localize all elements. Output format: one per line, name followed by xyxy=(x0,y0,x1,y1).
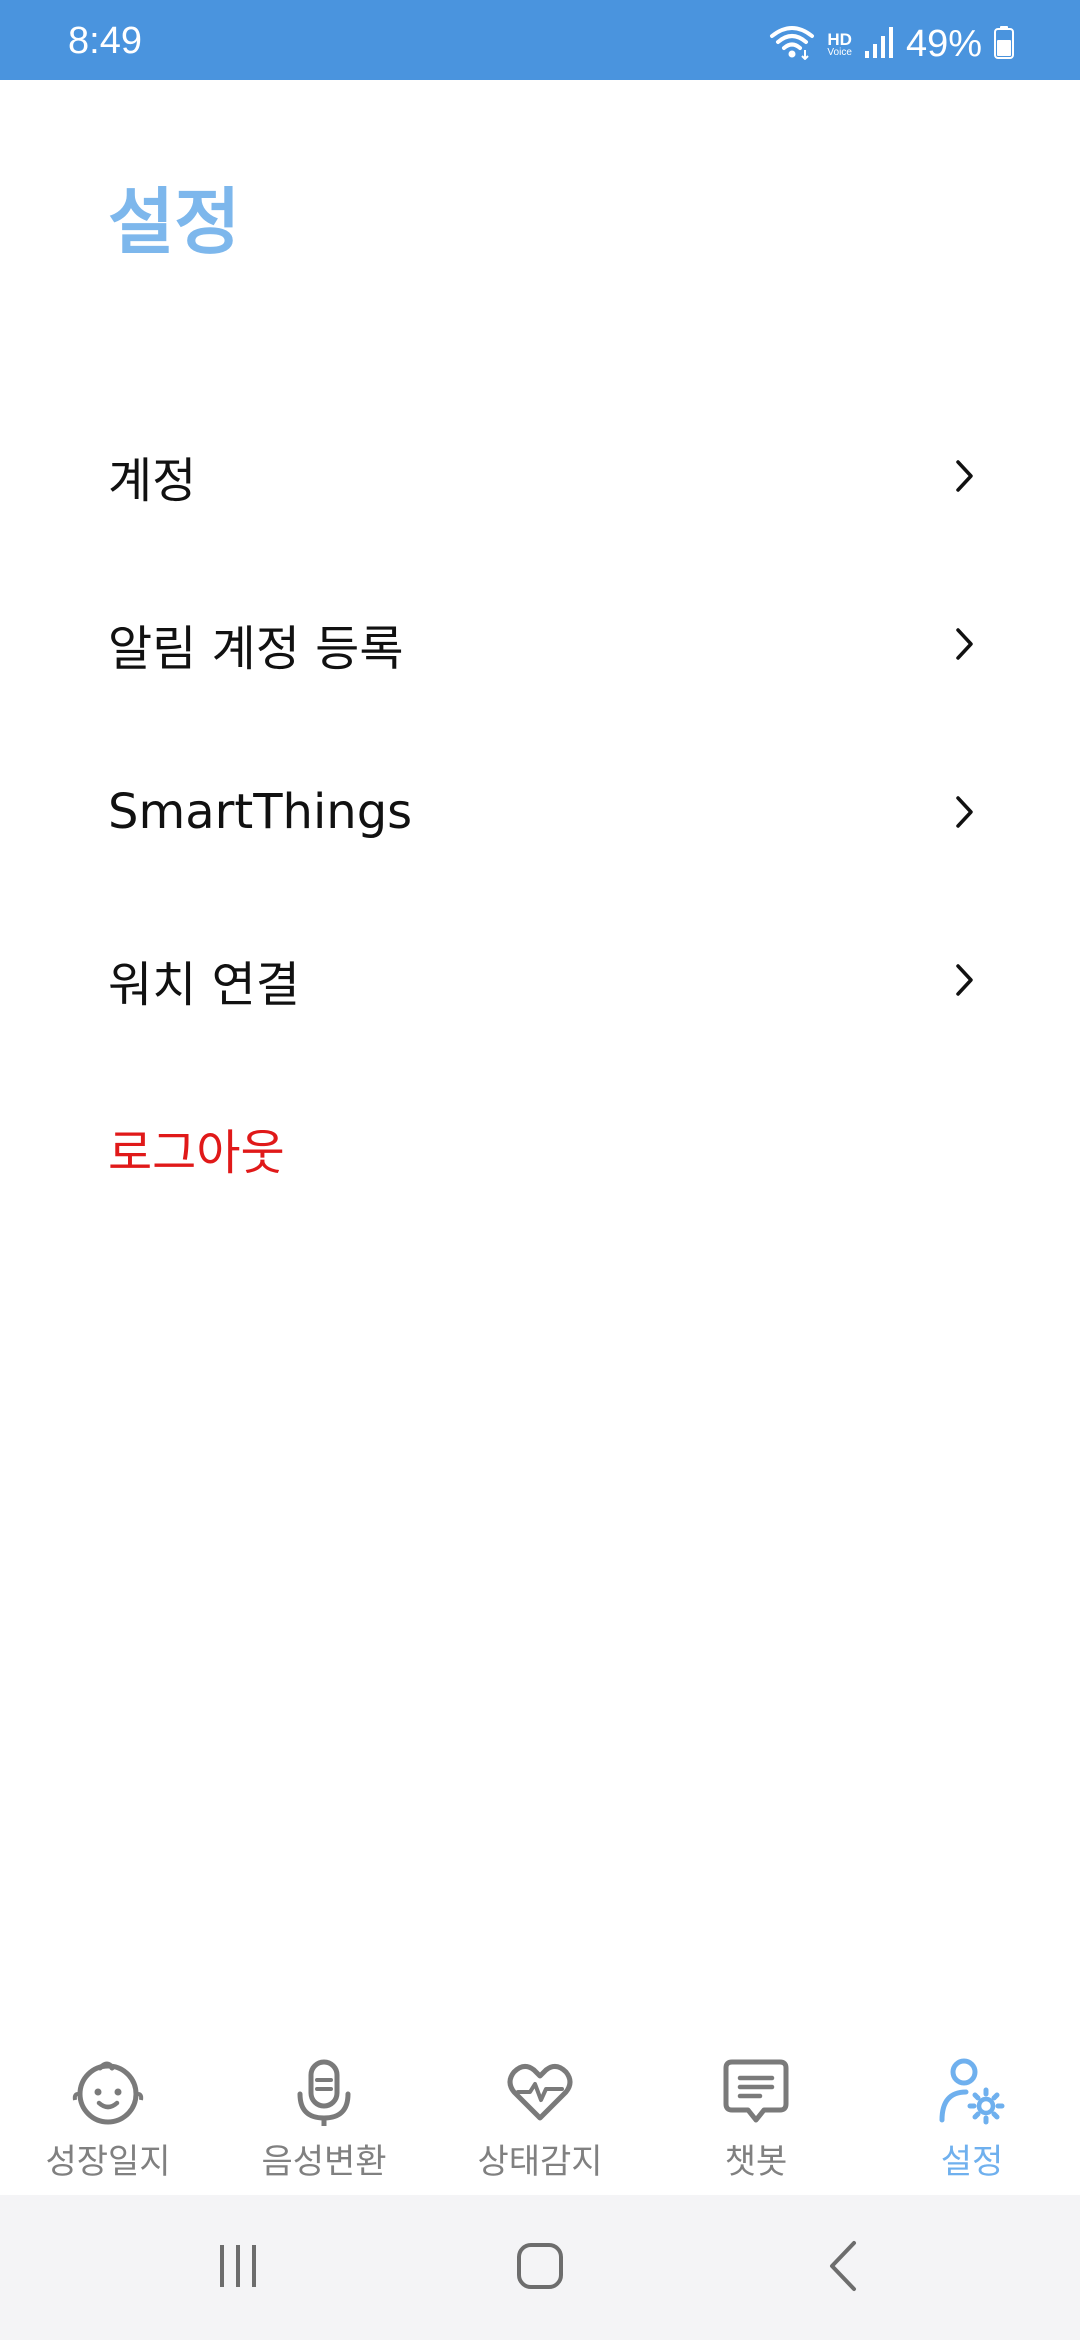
home-button[interactable] xyxy=(460,2195,620,2340)
baby-face-icon xyxy=(72,2056,144,2128)
back-icon xyxy=(824,2239,860,2297)
chat-bubble-icon xyxy=(720,2056,792,2128)
wifi-icon xyxy=(769,24,815,64)
nav-label: 설정 xyxy=(940,2142,1004,2182)
menu-item-smartthings[interactable]: SmartThings xyxy=(0,728,1080,896)
battery-percent: 49% xyxy=(905,22,982,65)
nav-label: 성장일지 xyxy=(45,2142,171,2182)
nav-label: 챗봇 xyxy=(724,2142,788,2182)
home-icon xyxy=(515,2241,565,2295)
nav-item-settings[interactable]: 설정 xyxy=(864,2040,1080,2195)
menu-item-notification-account[interactable]: 알림 계정 등록 xyxy=(0,560,1080,728)
back-button[interactable] xyxy=(762,2195,922,2340)
chevron-right-icon xyxy=(954,458,976,494)
user-settings-icon xyxy=(936,2056,1008,2128)
system-nav-bar xyxy=(0,2195,1080,2340)
menu-item-label: SmartThings xyxy=(108,784,413,840)
nav-item-status-detect[interactable]: 상태감지 xyxy=(432,2040,648,2195)
status-icons: HD Voice 49% xyxy=(769,22,1014,65)
recent-apps-icon xyxy=(214,2242,262,2294)
chevron-right-icon xyxy=(954,962,976,998)
heart-pulse-icon xyxy=(504,2056,576,2128)
status-time: 8:49 xyxy=(68,20,142,62)
voice-label: Voice xyxy=(827,46,852,58)
chevron-right-icon xyxy=(954,794,976,830)
hd-label: HD xyxy=(827,29,852,49)
menu-item-label: 계정 xyxy=(108,453,197,509)
chevron-right-icon xyxy=(954,626,976,662)
battery-icon xyxy=(994,25,1014,63)
nav-item-chatbot[interactable]: 챗봇 xyxy=(648,2040,864,2195)
nav-label: 음성변환 xyxy=(261,2142,387,2182)
logout-button[interactable]: 로그아웃 xyxy=(0,1064,1080,1232)
signal-icon xyxy=(864,25,894,63)
menu-item-label: 워치 연결 xyxy=(108,957,300,1013)
nav-item-voice-convert[interactable]: 음성변환 xyxy=(216,2040,432,2195)
menu-item-label: 알림 계정 등록 xyxy=(108,621,404,677)
menu-item-watch-connect[interactable]: 워치 연결 xyxy=(0,896,1080,1064)
nav-item-growth-diary[interactable]: 성장일지 xyxy=(0,2040,216,2195)
page-title: 설정 xyxy=(108,180,241,264)
recent-apps-button[interactable] xyxy=(158,2195,318,2340)
hd-voice-badge: HD Voice xyxy=(827,31,852,58)
status-bar: 8:49 HD Voice 49% xyxy=(0,0,1080,80)
menu-item-account[interactable]: 계정 xyxy=(0,392,1080,560)
settings-menu: 계정 알림 계정 등록 SmartThings 워치 연결 로그아웃 xyxy=(0,392,1080,1232)
bottom-nav: 성장일지 음성변환 상태감지 챗봇 설정 xyxy=(0,2040,1080,2195)
logout-label: 로그아웃 xyxy=(108,1125,285,1181)
nav-label: 상태감지 xyxy=(477,2142,603,2182)
microphone-icon xyxy=(288,2056,360,2128)
